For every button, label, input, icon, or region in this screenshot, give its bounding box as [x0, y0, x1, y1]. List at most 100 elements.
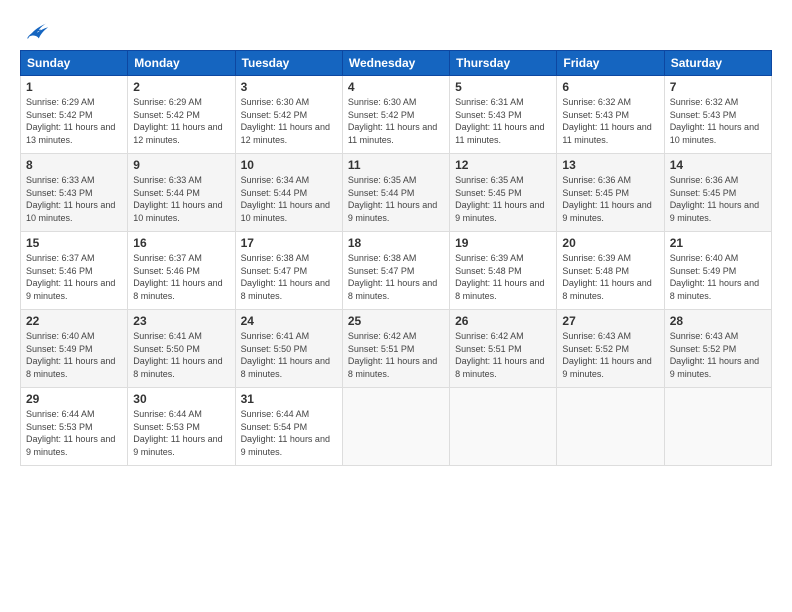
day-info: Sunrise: 6:36 AMSunset: 5:45 PMDaylight:… [670, 174, 766, 224]
day-cell-2: 2 Sunrise: 6:29 AMSunset: 5:42 PMDaylight… [128, 76, 235, 154]
day-info: Sunrise: 6:32 AMSunset: 5:43 PMDaylight:… [562, 96, 658, 146]
day-cell-3: 3Sunrise: 6:30 AMSunset: 5:42 PMDaylight… [235, 76, 342, 154]
day-info: Sunrise: 6:43 AMSunset: 5:52 PMDaylight:… [670, 330, 766, 380]
day-cell-12: 12 Sunrise: 6:35 AMSunset: 5:45 PMDayligh… [450, 154, 557, 232]
day-cell-11: 11Sunrise: 6:35 AMSunset: 5:44 PMDayligh… [342, 154, 449, 232]
day-cell-13: 13 Sunrise: 6:36 AMSunset: 5:45 PMDayligh… [557, 154, 664, 232]
day-number: 8 [26, 158, 122, 172]
header [20, 16, 772, 44]
day-cell-30: 30Sunrise: 6:44 AMSunset: 5:53 PMDayligh… [128, 388, 235, 466]
day-cell-18: 18 Sunrise: 6:38 AMSunset: 5:47 PMDayligh… [342, 232, 449, 310]
day-cell-7: 7 Sunrise: 6:32 AMSunset: 5:43 PMDaylight… [664, 76, 771, 154]
day-cell-6: 6Sunrise: 6:32 AMSunset: 5:43 PMDaylight… [557, 76, 664, 154]
empty-cell [342, 388, 449, 466]
day-info: Sunrise: 6:38 AMSunset: 5:47 PMDaylight:… [348, 252, 444, 302]
week-row-4: 22 Sunrise: 6:40 AMSunset: 5:49 PMDayligh… [21, 310, 772, 388]
day-info: Sunrise: 6:34 AMSunset: 5:44 PMDaylight:… [241, 174, 337, 224]
day-number: 28 [670, 314, 766, 328]
day-number: 23 [133, 314, 229, 328]
day-number: 1 [26, 80, 122, 94]
page: SundayMondayTuesdayWednesdayThursdayFrid… [0, 0, 792, 612]
logo-bird-icon [22, 16, 50, 44]
day-number: 9 [133, 158, 229, 172]
day-info: Sunrise: 6:30 AMSunset: 5:42 PMDaylight:… [348, 96, 444, 146]
day-info: Sunrise: 6:35 AMSunset: 5:45 PMDaylight:… [455, 174, 551, 224]
weekday-header-monday: Monday [128, 51, 235, 76]
day-info: Sunrise: 6:33 AMSunset: 5:43 PMDaylight:… [26, 174, 122, 224]
day-cell-31: 31 Sunrise: 6:44 AMSunset: 5:54 PMDayligh… [235, 388, 342, 466]
day-info: Sunrise: 6:30 AMSunset: 5:42 PMDaylight:… [241, 96, 337, 146]
empty-cell [557, 388, 664, 466]
day-info: Sunrise: 6:37 AMSunset: 5:46 PMDaylight:… [133, 252, 229, 302]
day-number: 22 [26, 314, 122, 328]
day-cell-24: 24 Sunrise: 6:41 AMSunset: 5:50 PMDayligh… [235, 310, 342, 388]
day-number: 24 [241, 314, 337, 328]
day-info: Sunrise: 6:39 AMSunset: 5:48 PMDaylight:… [455, 252, 551, 302]
day-number: 31 [241, 392, 337, 406]
empty-cell [664, 388, 771, 466]
day-info: Sunrise: 6:42 AMSunset: 5:51 PMDaylight:… [455, 330, 551, 380]
day-number: 13 [562, 158, 658, 172]
day-cell-14: 14 Sunrise: 6:36 AMSunset: 5:45 PMDayligh… [664, 154, 771, 232]
week-row-3: 15 Sunrise: 6:37 AMSunset: 5:46 PMDayligh… [21, 232, 772, 310]
weekday-header-friday: Friday [557, 51, 664, 76]
day-info: Sunrise: 6:39 AMSunset: 5:48 PMDaylight:… [562, 252, 658, 302]
day-info: Sunrise: 6:29 AMSunset: 5:42 PMDaylight:… [133, 96, 229, 146]
day-number: 7 [670, 80, 766, 94]
day-number: 25 [348, 314, 444, 328]
day-number: 4 [348, 80, 444, 94]
day-cell-4: 4 Sunrise: 6:30 AMSunset: 5:42 PMDaylight… [342, 76, 449, 154]
week-row-5: 29 Sunrise: 6:44 AMSunset: 5:53 PMDayligh… [21, 388, 772, 466]
day-cell-25: 25 Sunrise: 6:42 AMSunset: 5:51 PMDayligh… [342, 310, 449, 388]
day-info: Sunrise: 6:43 AMSunset: 5:52 PMDaylight:… [562, 330, 658, 380]
day-info: Sunrise: 6:29 AMSunset: 5:42 PMDaylight:… [26, 96, 122, 146]
day-info: Sunrise: 6:32 AMSunset: 5:43 PMDaylight:… [670, 96, 766, 146]
weekday-header-row: SundayMondayTuesdayWednesdayThursdayFrid… [21, 51, 772, 76]
day-number: 20 [562, 236, 658, 250]
day-number: 19 [455, 236, 551, 250]
day-number: 5 [455, 80, 551, 94]
day-info: Sunrise: 6:41 AMSunset: 5:50 PMDaylight:… [133, 330, 229, 380]
day-cell-29: 29 Sunrise: 6:44 AMSunset: 5:53 PMDayligh… [21, 388, 128, 466]
day-number: 27 [562, 314, 658, 328]
day-info: Sunrise: 6:44 AMSunset: 5:53 PMDaylight:… [133, 408, 229, 458]
weekday-header-wednesday: Wednesday [342, 51, 449, 76]
day-info: Sunrise: 6:44 AMSunset: 5:54 PMDaylight:… [241, 408, 337, 458]
day-info: Sunrise: 6:40 AMSunset: 5:49 PMDaylight:… [26, 330, 122, 380]
day-info: Sunrise: 6:37 AMSunset: 5:46 PMDaylight:… [26, 252, 122, 302]
day-info: Sunrise: 6:38 AMSunset: 5:47 PMDaylight:… [241, 252, 337, 302]
day-info: Sunrise: 6:36 AMSunset: 5:45 PMDaylight:… [562, 174, 658, 224]
weekday-header-thursday: Thursday [450, 51, 557, 76]
day-number: 2 [133, 80, 229, 94]
day-cell-16: 16Sunrise: 6:37 AMSunset: 5:46 PMDayligh… [128, 232, 235, 310]
day-info: Sunrise: 6:33 AMSunset: 5:44 PMDaylight:… [133, 174, 229, 224]
day-number: 29 [26, 392, 122, 406]
day-info: Sunrise: 6:44 AMSunset: 5:53 PMDaylight:… [26, 408, 122, 458]
day-cell-19: 19 Sunrise: 6:39 AMSunset: 5:48 PMDayligh… [450, 232, 557, 310]
logo [20, 16, 50, 44]
day-number: 11 [348, 158, 444, 172]
day-cell-22: 22 Sunrise: 6:40 AMSunset: 5:49 PMDayligh… [21, 310, 128, 388]
week-row-1: 1 Sunrise: 6:29 AMSunset: 5:42 PMDaylight… [21, 76, 772, 154]
day-number: 14 [670, 158, 766, 172]
day-info: Sunrise: 6:41 AMSunset: 5:50 PMDaylight:… [241, 330, 337, 380]
day-info: Sunrise: 6:42 AMSunset: 5:51 PMDaylight:… [348, 330, 444, 380]
day-number: 15 [26, 236, 122, 250]
weekday-header-tuesday: Tuesday [235, 51, 342, 76]
weekday-header-sunday: Sunday [21, 51, 128, 76]
day-number: 21 [670, 236, 766, 250]
day-cell-8: 8 Sunrise: 6:33 AMSunset: 5:43 PMDaylight… [21, 154, 128, 232]
calendar-table: SundayMondayTuesdayWednesdayThursdayFrid… [20, 50, 772, 466]
weekday-header-saturday: Saturday [664, 51, 771, 76]
day-cell-26: 26 Sunrise: 6:42 AMSunset: 5:51 PMDayligh… [450, 310, 557, 388]
day-number: 12 [455, 158, 551, 172]
day-cell-1: 1 Sunrise: 6:29 AMSunset: 5:42 PMDaylight… [21, 76, 128, 154]
week-row-2: 8 Sunrise: 6:33 AMSunset: 5:43 PMDaylight… [21, 154, 772, 232]
day-cell-9: 9 Sunrise: 6:33 AMSunset: 5:44 PMDaylight… [128, 154, 235, 232]
day-cell-20: 20 Sunrise: 6:39 AMSunset: 5:48 PMDayligh… [557, 232, 664, 310]
day-cell-15: 15 Sunrise: 6:37 AMSunset: 5:46 PMDayligh… [21, 232, 128, 310]
day-cell-10: 10Sunrise: 6:34 AMSunset: 5:44 PMDayligh… [235, 154, 342, 232]
day-cell-5: 5Sunrise: 6:31 AMSunset: 5:43 PMDaylight… [450, 76, 557, 154]
day-number: 18 [348, 236, 444, 250]
day-number: 26 [455, 314, 551, 328]
